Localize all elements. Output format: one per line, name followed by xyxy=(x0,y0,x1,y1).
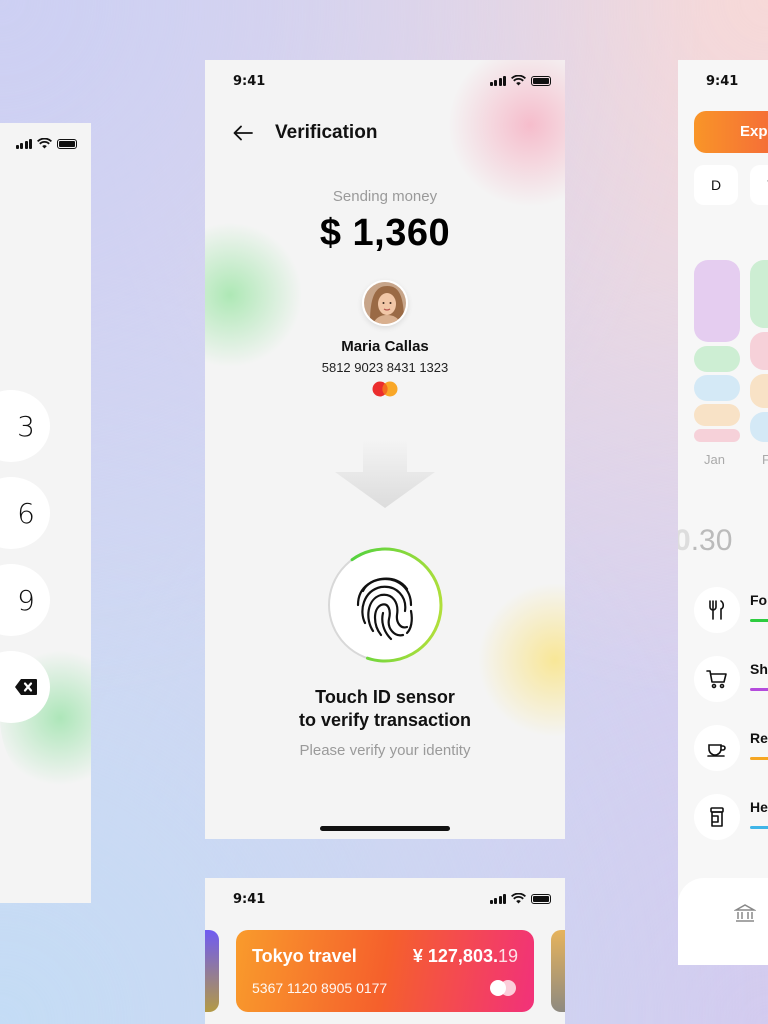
touch-id-title-line2: to verify transaction xyxy=(298,710,472,730)
page-title: Verification xyxy=(275,122,378,143)
month-label-jan: Jan xyxy=(704,452,725,467)
touch-id-title: Touch ID sensor to verify transaction xyxy=(205,686,565,732)
bank-icon[interactable] xyxy=(734,902,756,924)
chart-bar-segment xyxy=(694,375,740,401)
header: Verification xyxy=(233,122,377,144)
category-shopping-line xyxy=(750,688,768,691)
chart-bar-segment xyxy=(750,260,768,328)
card-peek-left[interactable] xyxy=(205,930,219,1012)
card-number: 5367 1120 8905 0177 xyxy=(252,980,388,996)
verification-screen: 9:41 Verification Sending money $ 1,360 … xyxy=(205,60,565,839)
total-amount-int: 0 xyxy=(678,524,691,557)
battery-icon xyxy=(57,139,77,149)
keypad-screen: 3 6 9 xyxy=(0,123,91,903)
travel-card[interactable]: Tokyo travel ¥ 127,803.19 5367 1120 8905… xyxy=(236,930,534,1012)
month-label-feb: F xyxy=(762,452,768,467)
chart-bar-segment xyxy=(694,429,740,442)
segment-week[interactable]: V xyxy=(750,165,768,205)
wifi-icon xyxy=(37,138,52,149)
status-time: 9:41 xyxy=(706,74,739,89)
amount: $ 1,360 xyxy=(319,212,451,254)
touch-id-title-line1: Touch ID sensor xyxy=(315,687,455,707)
category-shopping-label: Sh xyxy=(750,661,768,677)
chart-bar-segment xyxy=(694,346,740,372)
chart-bar-segment xyxy=(750,374,768,408)
tab-bar xyxy=(678,878,768,965)
recipient-card-number: 5812 9023 8431 1323 xyxy=(321,360,449,375)
chart-bar-segment xyxy=(694,260,740,342)
touch-id-sensor[interactable] xyxy=(325,545,445,665)
fork-knife-icon[interactable] xyxy=(694,587,740,633)
total-amount-decimal: .30 xyxy=(690,524,733,557)
cards-screen: 9:41 Tokyo travel ¥ 127,803.19 5367 1120… xyxy=(205,878,565,1024)
signal-icon xyxy=(15,139,32,149)
backspace-icon xyxy=(15,679,37,695)
card-balance-main: ¥ 127,803. xyxy=(412,946,498,966)
card-name: Tokyo travel xyxy=(252,946,357,966)
chart-bar-segment xyxy=(694,404,740,426)
card-balance: ¥ 127,803.19 xyxy=(413,946,518,967)
keypad-key-3[interactable]: 3 xyxy=(0,390,50,462)
status-bar: 9:41 xyxy=(205,60,565,100)
status-time: 9:41 xyxy=(233,74,266,89)
battery-icon xyxy=(531,894,551,904)
home-indicator xyxy=(320,826,450,831)
chart-bar-segment xyxy=(750,332,768,370)
card-balance-decimal: 19 xyxy=(497,946,518,966)
expenses-button-label: Exp xyxy=(740,123,768,140)
wifi-icon xyxy=(511,75,526,86)
category-food-label: Fo xyxy=(750,592,768,608)
category-restaurant-label: Re xyxy=(750,730,768,746)
card-peek-right[interactable] xyxy=(551,930,565,1012)
keypad-key-6[interactable]: 6 xyxy=(0,477,50,549)
sending-label: Sending money xyxy=(332,188,438,205)
category-health-line xyxy=(750,826,768,829)
total-amount: 0.30 xyxy=(678,524,732,558)
avatar xyxy=(362,280,408,326)
wifi-icon xyxy=(511,893,526,904)
category-food-line xyxy=(750,619,768,622)
cart-icon[interactable] xyxy=(694,656,740,702)
card-brand-icon xyxy=(490,980,516,996)
keypad-key-9[interactable]: 9 xyxy=(0,564,50,636)
medicine-icon[interactable] xyxy=(694,794,740,840)
status-bar xyxy=(0,123,91,163)
recipient-name: Maria Callas xyxy=(341,338,429,355)
category-restaurant-line xyxy=(750,757,768,760)
mastercard-icon xyxy=(372,381,398,397)
back-arrow-icon[interactable] xyxy=(233,125,253,141)
status-bar: 9:41 xyxy=(205,878,565,918)
signal-icon xyxy=(489,76,506,86)
chart-bar-segment xyxy=(750,412,768,442)
battery-icon xyxy=(531,76,551,86)
coffee-cup-icon[interactable] xyxy=(694,725,740,771)
touch-id-subtitle: Please verify your identity xyxy=(299,742,471,759)
status-bar: 9:41 xyxy=(678,60,768,100)
segment-day[interactable]: D xyxy=(694,165,738,205)
signal-icon xyxy=(489,894,506,904)
category-health-label: He xyxy=(750,799,768,815)
down-arrow-icon xyxy=(335,440,435,508)
expenses-button[interactable]: Exp xyxy=(694,111,768,153)
status-time: 9:41 xyxy=(233,892,266,907)
expenses-screen: 9:41 Exp D V Jan F 0.30 Fo Sh Re He xyxy=(678,60,768,965)
